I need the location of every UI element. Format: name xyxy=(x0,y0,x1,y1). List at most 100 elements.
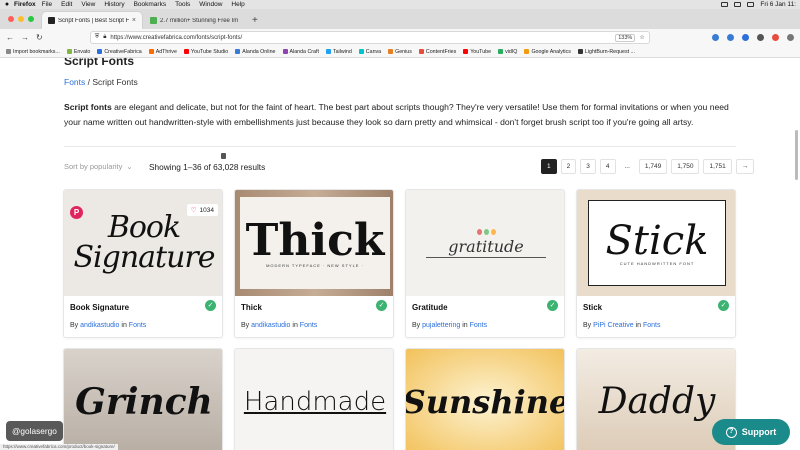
page-1751[interactable]: 1,751 xyxy=(703,159,732,174)
page-scrollbar[interactable] xyxy=(795,130,798,180)
author-link[interactable]: andikastudio xyxy=(251,322,290,329)
tab-title: Script Fonts | Best Script Fonts xyxy=(58,17,129,24)
product-name[interactable]: Stick xyxy=(583,303,602,312)
product-card-book-signature[interactable]: Book Signature P ♡ 1034 Book Signature ✓ … xyxy=(63,189,223,338)
product-preview[interactable]: Handmade xyxy=(235,349,393,450)
product-card-stick[interactable]: Stick CUTE HANDWRITTEN FONT Stick ✓ By P… xyxy=(576,189,736,338)
extension-icon[interactable] xyxy=(727,34,734,41)
minimize-window-icon[interactable] xyxy=(18,16,24,22)
preview-text: Daddy xyxy=(598,381,716,422)
product-card-sunshine[interactable]: Sunshine xyxy=(405,348,565,450)
bookmark-star-icon[interactable]: ☆ xyxy=(639,34,644,41)
menu-history[interactable]: History xyxy=(104,0,124,9)
menu-view[interactable]: View xyxy=(81,0,95,9)
bookmark-label: Alanda Craft xyxy=(289,48,319,55)
bookmark-contentfries[interactable]: ContentFries xyxy=(418,49,456,55)
page-1749[interactable]: 1,749 xyxy=(638,159,668,174)
page-4[interactable]: 4 xyxy=(599,159,616,174)
results-count: Showing 1–36 of 63,028 results xyxy=(149,162,266,172)
maximize-window-icon[interactable] xyxy=(28,16,34,22)
author-link[interactable]: pujalettering xyxy=(422,322,460,329)
product-preview[interactable]: gratitude xyxy=(406,190,564,296)
battery-icon[interactable] xyxy=(721,2,729,7)
bookmark-canva[interactable]: Canva xyxy=(358,49,381,55)
category-link[interactable]: Fonts xyxy=(470,322,488,329)
lock-icon[interactable]: 🔒︎ xyxy=(103,34,106,41)
tab-free-images[interactable]: 2.7 million+ Stunning Free Imag xyxy=(144,12,244,29)
forward-icon[interactable]: → xyxy=(21,33,29,42)
like-button[interactable]: ♡ 1034 xyxy=(186,204,218,216)
page-1750[interactable]: 1,750 xyxy=(671,159,700,174)
author-link[interactable]: andikastudio xyxy=(80,322,119,329)
wifi-icon[interactable] xyxy=(734,2,742,7)
sort-select[interactable]: Sort by popularity ⌄ xyxy=(64,162,133,171)
bookmark-genius[interactable]: Genius xyxy=(388,49,412,55)
category-link[interactable]: Fonts xyxy=(300,322,318,329)
url-text[interactable]: https://www.creativefabrica.com/fonts/sc… xyxy=(110,35,611,41)
bookmark-vidiq[interactable]: vidIQ xyxy=(498,49,517,55)
bookmark-youtube-studio[interactable]: YouTube Studio xyxy=(183,49,228,55)
product-name[interactable]: Thick xyxy=(241,303,262,312)
category-link[interactable]: Fonts xyxy=(643,322,661,329)
page-3[interactable]: 3 xyxy=(580,159,596,174)
tab-script-fonts[interactable]: Script Fonts | Best Script Fonts × xyxy=(42,12,142,29)
breadcrumb-fonts-link[interactable]: Fonts xyxy=(64,77,85,87)
product-preview[interactable]: Stick CUTE HANDWRITTEN FONT xyxy=(577,190,735,296)
product-card-grinch[interactable]: Grinch xyxy=(63,348,223,450)
menu-file[interactable]: File xyxy=(42,0,52,9)
next-page-arrow-icon[interactable]: → xyxy=(735,159,755,174)
product-name[interactable]: Book Signature xyxy=(70,303,129,312)
extension-icon[interactable] xyxy=(712,34,719,41)
os-menubar: ● Firefox File Edit View History Bookmar… xyxy=(0,0,800,9)
apple-icon[interactable]: ● xyxy=(0,0,14,9)
product-preview[interactable]: Book Signature P ♡ 1034 xyxy=(64,190,222,296)
bookmark-alanda-craft[interactable]: Alanda Craft xyxy=(282,48,319,55)
reload-icon[interactable]: ↻ xyxy=(36,33,43,42)
menu-icon[interactable] xyxy=(787,34,794,41)
alanda-icon xyxy=(235,49,241,54)
menu-help[interactable]: Help xyxy=(231,0,244,9)
zoom-level[interactable]: 133% xyxy=(615,33,636,42)
page-1[interactable]: 1 xyxy=(541,159,557,174)
close-tab-icon[interactable]: × xyxy=(132,17,136,24)
bookmark-adthrive[interactable]: AdThrive xyxy=(148,49,177,55)
menu-window[interactable]: Window xyxy=(199,0,222,9)
by-label: By xyxy=(70,322,79,329)
product-preview[interactable]: Sunshine xyxy=(406,349,564,450)
back-icon[interactable]: ← xyxy=(6,33,14,42)
youtube-icon xyxy=(463,49,469,54)
product-name[interactable]: Gratitude xyxy=(412,303,448,312)
bookmark-tailwind[interactable]: Tailwind xyxy=(325,49,352,55)
menu-tools[interactable]: Tools xyxy=(175,0,190,9)
extension-icon[interactable] xyxy=(757,34,764,41)
extension-icon[interactable] xyxy=(772,34,779,41)
product-preview[interactable]: Thick MODERN TYPEFACE · NEW STYLE · xyxy=(235,190,393,296)
bookmark-import[interactable]: Import bookmarks... xyxy=(6,49,60,55)
url-bar[interactable]: ⛨ 🔒︎ https://www.creativefabrica.com/fon… xyxy=(89,31,650,44)
product-preview[interactable]: Grinch xyxy=(64,349,222,450)
product-card-thick[interactable]: Thick MODERN TYPEFACE · NEW STYLE · Thic… xyxy=(234,189,394,338)
author-link[interactable]: PiPi Creative xyxy=(593,322,633,329)
menu-edit[interactable]: Edit xyxy=(61,0,72,9)
close-window-icon[interactable] xyxy=(8,16,14,22)
search-icon[interactable] xyxy=(747,2,755,7)
bookmark-youtube[interactable]: YouTube xyxy=(463,49,491,55)
bookmark-creativefabrica[interactable]: CreativeFabrica xyxy=(97,49,142,55)
bookmark-google-analytics[interactable]: Google Analytics xyxy=(524,49,571,55)
product-card-gratitude[interactable]: gratitude Gratitude ✓ By pujalettering i… xyxy=(405,189,565,338)
page-title: Script Fonts xyxy=(64,58,135,68)
shield-icon[interactable]: ⛨ xyxy=(95,34,100,41)
pinterest-icon[interactable]: P xyxy=(70,206,83,219)
bookmark-lightburn[interactable]: LightBurn-Request ... xyxy=(577,49,635,55)
page-2[interactable]: 2 xyxy=(560,159,577,174)
clock[interactable]: Fri 6 Jan 11: xyxy=(760,0,796,9)
new-tab-icon[interactable]: + xyxy=(246,15,264,29)
menu-bookmarks[interactable]: Bookmarks xyxy=(134,0,167,9)
support-button[interactable]: ? Support xyxy=(712,419,790,445)
menu-app-name[interactable]: Firefox xyxy=(14,0,36,9)
extension-icon[interactable] xyxy=(742,34,749,41)
bookmark-envato[interactable]: Envato xyxy=(66,49,90,55)
category-link[interactable]: Fonts xyxy=(129,322,147,329)
product-card-handmade[interactable]: Handmade xyxy=(234,348,394,450)
bookmark-alanda-online[interactable]: Alanda Online xyxy=(235,49,276,55)
